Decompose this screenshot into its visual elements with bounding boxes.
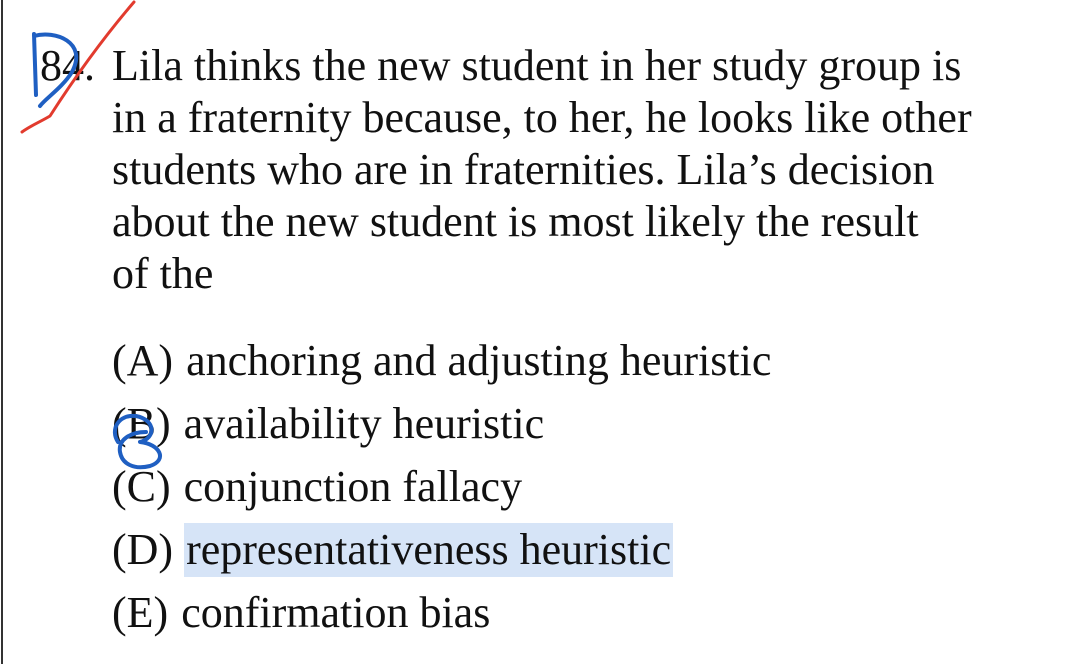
choice-d[interactable]: (D) representativeness heuristic <box>112 523 1052 586</box>
choice-letter: (E) <box>112 588 169 637</box>
choice-e[interactable]: (E) confirmation bias <box>112 586 1052 649</box>
choice-text: conjunction fallacy <box>183 462 523 511</box>
choice-letter: (C) <box>112 462 171 511</box>
choice-text: confirmation bias <box>181 588 491 637</box>
choice-a[interactable]: (A) anchoring and adjusting heuristic <box>112 334 1052 397</box>
choice-b[interactable]: (B) availability heuristic <box>112 397 1052 460</box>
page-border <box>1 0 3 664</box>
question-stem: Lila thinks the new student in her study… <box>112 40 1062 300</box>
stem-line: students who are in fraternities. Lila’s… <box>112 145 935 194</box>
choice-letter: (A) <box>112 336 174 385</box>
choice-text: availability heuristic <box>183 399 545 448</box>
choice-letter: (B) <box>112 399 171 448</box>
choice-text-highlighted: representativeness heuristic <box>184 523 674 577</box>
stem-line: Lila thinks the new student in her study… <box>112 41 962 90</box>
choice-text: anchoring and adjusting heuristic <box>186 336 772 385</box>
answer-choices: (A) anchoring and adjusting heuristic (B… <box>112 334 1052 649</box>
document-page: 84. Lila thinks the new student in her s… <box>0 0 1074 664</box>
stem-line: of the <box>112 249 214 298</box>
choice-letter: (D) <box>112 525 174 574</box>
stem-line: about the new student is most likely the… <box>112 197 919 246</box>
stem-line: in a fraternity because, to her, he look… <box>112 93 972 142</box>
choice-c[interactable]: (C) conjunction fallacy <box>112 460 1052 523</box>
question-number: 84. <box>40 41 95 90</box>
